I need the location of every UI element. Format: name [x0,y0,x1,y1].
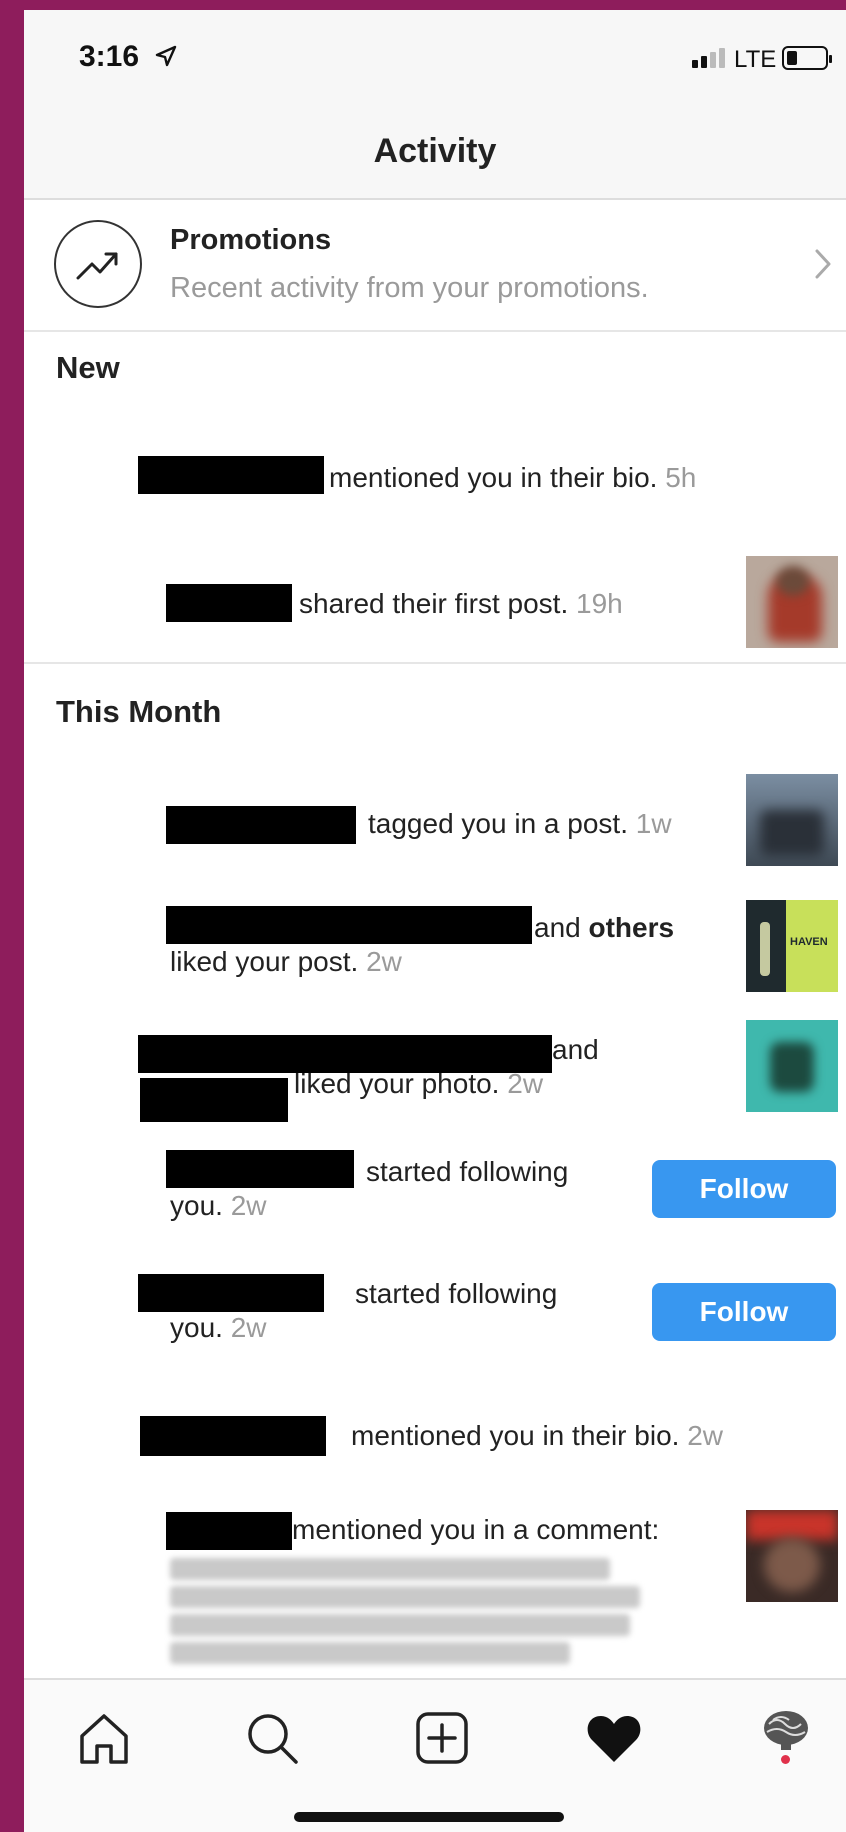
redacted-username [138,1274,324,1312]
activity-text: started following [355,1278,558,1309]
activity-text-others: others [588,912,675,943]
post-thumbnail[interactable] [746,556,838,648]
activity-time: 2w [687,1420,724,1451]
activity-screen: 3:16 LTE Activity Promotions Recent acti… [24,10,846,1832]
section-divider [24,662,846,664]
promotions-icon-circle [54,220,142,308]
heart-icon[interactable] [584,1708,644,1768]
activity-time: 2w [366,946,402,977]
network-label: LTE [734,46,777,73]
activity-text: mentioned you in their bio. [329,462,658,493]
redacted-username [166,806,356,844]
status-bar: 3:16 LTE [24,10,846,100]
section-title-new: New [56,350,120,385]
activity-text: tagged you in a post. [368,808,628,839]
trending-up-icon [76,252,118,280]
promotions-row[interactable]: Promotions Recent activity from your pro… [24,200,846,332]
home-indicator [294,1812,564,1822]
activity-text-and: and [534,912,581,943]
redacted-username [140,1416,326,1456]
page-title: Activity [373,132,497,170]
promotions-subtitle: Recent activity from your promotions. [170,272,649,304]
activity-text: shared their first post. [299,588,569,619]
home-icon[interactable] [74,1708,134,1768]
follow-button[interactable]: Follow [652,1160,836,1218]
activity-time: 2w [230,1190,267,1221]
redacted-username [166,584,292,622]
location-arrow-icon [155,45,177,67]
chevron-right-icon [815,249,831,279]
status-time: 3:16 [79,40,140,73]
activity-time: 1w [635,808,672,839]
promotions-title: Promotions [170,224,332,256]
redacted-username [166,1512,292,1550]
activity-text: you. [170,1312,223,1343]
post-thumbnail[interactable] [746,1020,838,1112]
tab-bar [24,1678,846,1832]
activity-text: mentioned you in their bio. [351,1420,680,1451]
activity-time: 2w [230,1312,267,1343]
activity-text: started following [366,1156,569,1187]
activity-text: liked your photo. [294,1068,500,1099]
activity-time: 19h [576,588,623,619]
redacted-username [140,1078,288,1122]
thumbnail-caption: HAVEN [790,936,828,948]
redacted-username [166,906,532,944]
notification-dot [781,1755,790,1764]
battery-icon [782,46,832,70]
post-thumbnail[interactable] [746,1510,838,1602]
activity-time: 5h [665,462,697,493]
post-thumbnail[interactable]: HAVEN [746,900,838,992]
activity-text: liked your post. [170,946,359,977]
follow-button[interactable]: Follow [652,1283,836,1341]
blurred-comment-text [170,1552,640,1672]
activity-text: you. [170,1190,223,1221]
search-icon[interactable] [242,1708,302,1768]
redacted-username [166,1150,354,1188]
section-title-this-month: This Month [56,694,222,729]
activity-text-and: and [552,1034,599,1065]
add-post-icon[interactable] [412,1708,472,1768]
profile-icon[interactable] [759,1704,813,1758]
signal-icon [692,48,725,68]
redacted-username [138,456,324,494]
activity-time: 2w [507,1068,544,1099]
nav-bar: Activity [24,100,846,200]
activity-text: mentioned you in a comment: [292,1514,660,1545]
post-thumbnail[interactable] [746,774,838,866]
